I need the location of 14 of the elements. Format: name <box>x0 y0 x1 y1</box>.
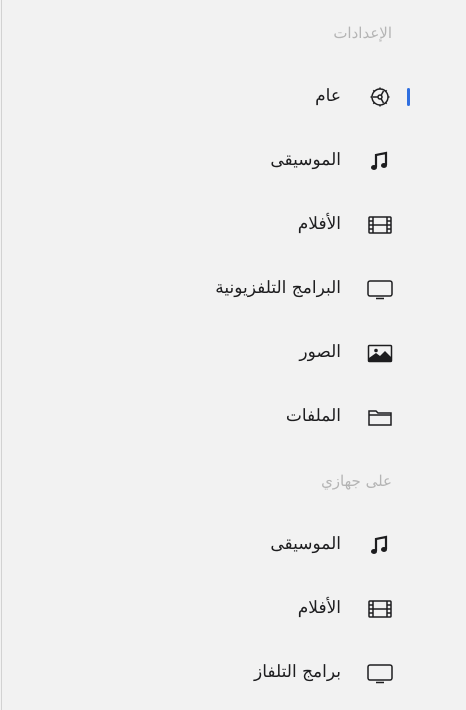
sidebar-item[interactable]: عام <box>315 84 341 110</box>
section-heading: الإعدادات <box>333 22 392 44</box>
sidebar-item[interactable]: الصور <box>299 340 341 366</box>
section-heading: على جهازي <box>321 470 392 492</box>
sidebar-item[interactable]: برامج التلفاز <box>254 660 341 686</box>
tv-icon <box>365 662 395 684</box>
photo-icon <box>365 342 395 364</box>
sidebar-item[interactable]: الملفات <box>286 404 341 430</box>
sidebar-item[interactable]: الأفلام <box>298 596 341 622</box>
sidebar-item[interactable]: الأفلام <box>298 212 341 238</box>
sidebar-item[interactable]: البرامج التلفزيونية <box>215 276 341 302</box>
tv-icon <box>365 278 395 300</box>
sidebar-item[interactable]: الموسيقى <box>270 148 341 174</box>
sidebar-item[interactable]: الموسيقى <box>270 532 341 558</box>
